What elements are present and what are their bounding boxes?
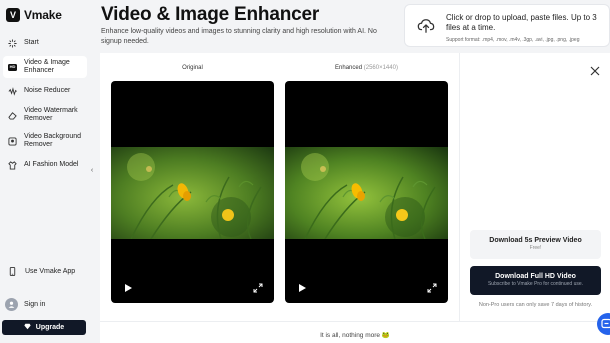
- end-note: It is all, nothing more 🐸: [320, 332, 390, 339]
- upgrade-label: Upgrade: [35, 324, 65, 331]
- sidebar-item-noise-reducer[interactable]: Noise Reducer: [3, 82, 87, 100]
- sidebar-item-label: Noise Reducer: [24, 87, 71, 94]
- cloud-upload-icon: [417, 19, 435, 33]
- sidebar-item-start[interactable]: Start: [3, 34, 87, 52]
- fullscreen-icon[interactable]: [427, 283, 437, 293]
- upload-dropzone[interactable]: Click or drop to upload, paste files. Up…: [404, 4, 610, 47]
- download-preview-button[interactable]: Download 5s Preview Video Free!: [470, 230, 601, 259]
- eraser-icon: [8, 111, 17, 120]
- download-full-label: Download Full HD Video: [495, 273, 576, 280]
- sidebar: V Vmake Start HD Video & Image Enhancer …: [0, 0, 90, 343]
- page-title: Video & Image Enhancer: [101, 4, 320, 25]
- sidebar-item-enhancer[interactable]: HD Video & Image Enhancer: [3, 56, 87, 78]
- close-icon[interactable]: [590, 66, 600, 76]
- download-preview-label: Download 5s Preview Video: [489, 237, 582, 244]
- sidebar-item-watermark-remover[interactable]: Video Watermark Remover: [3, 104, 87, 126]
- sign-in-button[interactable]: Sign in: [5, 298, 45, 311]
- logo[interactable]: V Vmake: [6, 8, 62, 22]
- use-app-link[interactable]: Use Vmake App: [8, 267, 75, 276]
- avatar-icon: [5, 298, 18, 311]
- comparison-panel: Original Enhanced (2560×1440): [100, 53, 610, 343]
- download-full-sublabel: Subscribe to Vmake Pro for continued use…: [487, 281, 584, 287]
- fashion-icon: [8, 160, 17, 170]
- sidebar-item-label: AI Fashion Model: [24, 161, 79, 168]
- sidebar-item-background-remover[interactable]: Video Background Remover: [3, 130, 87, 152]
- enhanced-video-frame: [285, 147, 448, 239]
- upgrade-button[interactable]: Upgrade: [2, 320, 86, 335]
- download-preview-sublabel: Free!: [529, 245, 542, 251]
- original-video-player[interactable]: [111, 81, 274, 303]
- play-icon[interactable]: [123, 283, 133, 293]
- noise-icon: [8, 86, 17, 96]
- sidebar-item-label: Video Background Remover: [24, 133, 82, 148]
- sidebar-item-label: Video & Image Enhancer: [24, 59, 70, 74]
- enhanced-dimensions: (2560×1440): [363, 65, 398, 71]
- hd-icon: HD: [8, 63, 17, 71]
- original-label: Original: [182, 65, 203, 71]
- sparkle-icon: [8, 38, 17, 48]
- diamond-icon: [24, 323, 31, 332]
- sidebar-item-ai-fashion-model[interactable]: AI Fashion Model: [3, 156, 87, 174]
- background-icon: [8, 136, 17, 146]
- logo-text: Vmake: [24, 8, 62, 22]
- fullscreen-icon[interactable]: [253, 283, 263, 293]
- download-full-hd-button[interactable]: Download Full HD Video Subscribe to Vmak…: [470, 266, 601, 295]
- sidebar-nav: Start HD Video & Image Enhancer Noise Re…: [3, 34, 87, 178]
- sidebar-item-label: Video Watermark Remover: [24, 107, 78, 122]
- page-subtitle: Enhance low-quality videos and images to…: [101, 28, 377, 45]
- play-icon[interactable]: [297, 283, 307, 293]
- history-note: Non-Pro users can only save 7 days of hi…: [478, 302, 593, 308]
- original-video-frame: [111, 147, 274, 239]
- panel-divider: [459, 53, 460, 321]
- sign-in-label: Sign in: [24, 301, 46, 308]
- chat-support-button[interactable]: [597, 313, 610, 335]
- logo-mark-icon: V: [6, 8, 20, 22]
- phone-icon: [8, 267, 17, 276]
- upload-instructions: Click or drop to upload, paste files. Up…: [446, 13, 597, 32]
- use-app-label: Use Vmake App: [25, 268, 76, 275]
- chat-icon: [601, 318, 610, 329]
- panel-footer-divider: [100, 321, 610, 322]
- enhanced-video-player[interactable]: [285, 81, 448, 303]
- upload-formats: Support format: .mp4, .mov, .m4v, .3gp, …: [446, 37, 580, 43]
- enhanced-label: Enhanced (2560×1440): [335, 65, 398, 71]
- collapse-sidebar-icon[interactable]: ‹: [88, 165, 96, 175]
- sidebar-item-label: Start: [24, 39, 39, 46]
